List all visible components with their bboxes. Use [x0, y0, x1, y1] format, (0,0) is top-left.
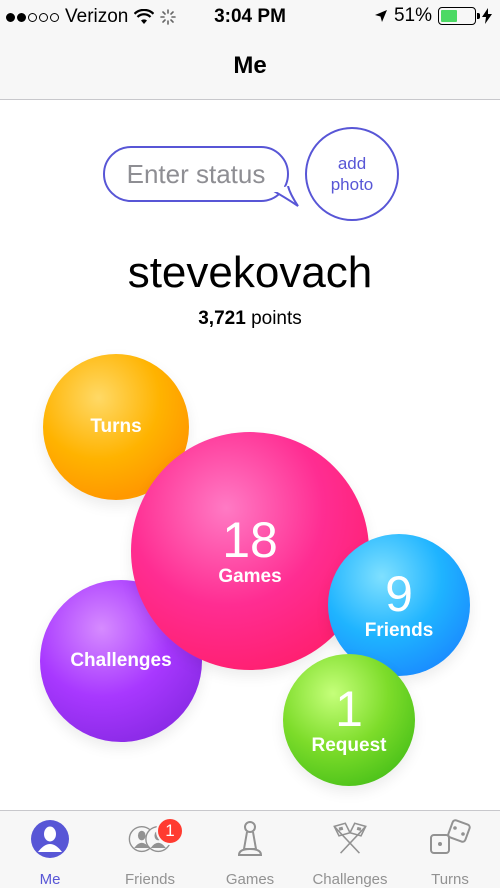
- page-title: Me: [233, 52, 267, 79]
- status-right: 51%: [374, 5, 492, 27]
- friends-bubble-label: Friends: [364, 620, 434, 641]
- add-photo-label-1: add: [337, 154, 367, 173]
- games-bubble[interactable]: 18 Games: [131, 432, 369, 670]
- tab-challenges-label: Challenges: [312, 871, 388, 888]
- person-icon: [28, 817, 72, 861]
- speech-bubble-tail: [272, 186, 299, 207]
- tab-me[interactable]: Me: [0, 811, 100, 888]
- status-placeholder: Enter status: [126, 158, 266, 189]
- friends-badge: 1: [156, 817, 184, 845]
- tab-games-label: Games: [225, 871, 275, 888]
- challenges-bubble-label: Challenges: [70, 650, 172, 671]
- request-bubble[interactable]: 1 Request: [283, 654, 415, 786]
- tab-challenges[interactable]: Challenges: [300, 811, 400, 888]
- game-center-me-screen: Verizon 3:04 PM 51% Me Enter status add …: [0, 0, 500, 888]
- turns-bubble-label: Turns: [90, 416, 142, 437]
- tab-turns[interactable]: Turns: [400, 811, 500, 888]
- points-label: points: [251, 308, 302, 329]
- navigation-bar: Me: [0, 36, 500, 100]
- tab-friends[interactable]: 1 Friends: [100, 811, 200, 888]
- tab-games[interactable]: Games: [200, 811, 300, 888]
- request-bubble-label: Request: [311, 735, 387, 756]
- crossed-flags-icon: [328, 817, 372, 861]
- request-count: 1: [335, 681, 363, 737]
- status-bar: Verizon 3:04 PM 51%: [0, 0, 500, 36]
- add-photo-label-2: photo: [330, 175, 374, 194]
- dice-icon: [428, 817, 472, 861]
- battery-percent: 51%: [393, 5, 432, 26]
- tab-friends-label: Friends: [124, 871, 176, 888]
- tab-bar: Me 1 Friends Games Challenges Turns: [0, 810, 500, 888]
- battery-icon: [438, 7, 480, 25]
- games-count: 18: [222, 512, 278, 568]
- points-summary: 3,721 points: [0, 308, 500, 330]
- charging-bolt-icon: [482, 8, 492, 24]
- battery-level-fill: [441, 10, 458, 22]
- username: stevekovach: [127, 248, 373, 297]
- add-photo-button[interactable]: add photo: [305, 127, 399, 221]
- tab-me-label: Me: [39, 871, 61, 888]
- friends-count: 9: [385, 566, 413, 622]
- pawn-icon: [228, 817, 272, 861]
- tab-turns-label: Turns: [431, 871, 469, 888]
- status-input[interactable]: Enter status: [103, 146, 289, 202]
- location-arrow-icon: [374, 10, 387, 22]
- games-bubble-label: Games: [218, 566, 282, 587]
- points-value: 3,721: [198, 308, 246, 329]
